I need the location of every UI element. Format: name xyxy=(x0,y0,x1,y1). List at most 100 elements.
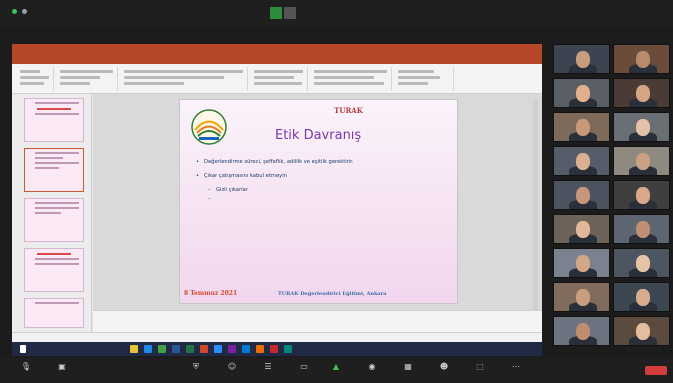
participant-tile[interactable] xyxy=(553,214,610,244)
participants-button[interactable]: ☺ xyxy=(214,361,250,381)
security-button[interactable]: ⛨ xyxy=(178,361,214,381)
participant-face xyxy=(576,51,590,68)
slide-title: Etik Davranış xyxy=(275,128,362,143)
app-icon[interactable] xyxy=(284,345,292,353)
participant-face xyxy=(636,255,650,272)
apps-button[interactable]: ⬚ xyxy=(462,361,498,381)
bullet-item: Çıkar çatışmasını kabul etmeyin xyxy=(194,172,449,180)
participant-face xyxy=(636,221,650,238)
sharing-status-text xyxy=(270,7,282,19)
chrome-icon[interactable] xyxy=(158,345,166,353)
video-button[interactable]: ▣ xyxy=(44,361,80,381)
shield-icon: ⛨ xyxy=(193,362,199,371)
chat-button[interactable]: ▭ xyxy=(286,361,322,381)
participant-tile[interactable] xyxy=(613,78,670,108)
excel-icon[interactable] xyxy=(186,345,194,353)
word-icon[interactable] xyxy=(172,345,180,353)
bullet-item: Değerlendirme süreci, şeffaflık, adillik… xyxy=(194,158,449,166)
breakout-rooms-button[interactable]: ▦ xyxy=(390,361,426,381)
participant-face xyxy=(636,289,650,306)
participant-tile[interactable] xyxy=(553,316,610,346)
shared-screen: TURAK Etik Davranış Değerlendirme süreci… xyxy=(12,44,542,356)
end-meeting-button[interactable] xyxy=(645,366,667,375)
security-shield-icon[interactable] xyxy=(12,9,17,14)
participant-tile[interactable] xyxy=(613,180,670,210)
share-screen-button[interactable]: ▲ xyxy=(318,361,354,381)
zoom-window: TURAK Etik Davranış Değerlendirme süreci… xyxy=(0,0,673,383)
file-explorer-icon[interactable] xyxy=(130,345,138,353)
ribbon-group-drawing[interactable] xyxy=(310,67,392,91)
slide-thumbnail-selected[interactable] xyxy=(24,148,84,192)
participant-tile[interactable] xyxy=(613,146,670,176)
windows-start-icon[interactable] xyxy=(20,345,26,353)
participant-tile[interactable] xyxy=(613,282,670,312)
participant-tile[interactable] xyxy=(553,78,610,108)
participant-tile[interactable] xyxy=(613,112,670,142)
polls-button[interactable]: ☰ xyxy=(250,361,286,381)
participant-face xyxy=(636,187,650,204)
notes-pane[interactable] xyxy=(93,310,542,332)
participant-face xyxy=(636,85,650,102)
reactions-button[interactable]: ☻ xyxy=(426,361,462,381)
slide-thumbnail[interactable] xyxy=(24,98,84,142)
meeting-info-icon[interactable] xyxy=(22,9,27,14)
participant-tile[interactable] xyxy=(553,112,610,142)
sub-bullet-item: Gizli çıkarlar xyxy=(194,186,449,194)
participant-tile[interactable] xyxy=(553,44,610,74)
slide-thumbnail-pane xyxy=(12,94,92,332)
vertical-scrollbar[interactable] xyxy=(533,100,538,320)
mute-button[interactable]: 🎙 xyxy=(8,361,44,381)
edge-icon[interactable] xyxy=(144,345,152,353)
outlook-icon[interactable] xyxy=(242,345,250,353)
apps-icon: ⬚ xyxy=(476,362,484,371)
participant-tile[interactable] xyxy=(613,248,670,278)
participant-face xyxy=(636,51,650,68)
participant-face xyxy=(576,289,590,306)
ribbon-group-editing[interactable] xyxy=(394,67,454,91)
slide-bullets: Değerlendirme süreci, şeffaflık, adillik… xyxy=(194,158,449,203)
app-icon[interactable] xyxy=(256,345,264,353)
participant-face xyxy=(636,153,650,170)
slide-date: 8 Temmuz 2021 xyxy=(184,290,238,297)
slide-thumbnail[interactable] xyxy=(24,248,84,292)
participant-face xyxy=(576,323,590,340)
breakout-rooms-icon: ▦ xyxy=(404,362,412,371)
acrobat-icon[interactable] xyxy=(270,345,278,353)
chat-icon: ▭ xyxy=(300,362,308,371)
zoom-top-bar xyxy=(0,0,673,26)
reactions-icon: ☻ xyxy=(439,362,449,371)
participant-tile[interactable] xyxy=(613,316,670,346)
slide-thumbnail[interactable] xyxy=(24,198,84,242)
participant-tile[interactable] xyxy=(553,282,610,312)
polls-icon: ☰ xyxy=(264,362,272,371)
slide-footer: TURAK Değerlendirici Eğitimi, Ankara xyxy=(278,291,387,297)
participant-tile[interactable] xyxy=(553,180,610,210)
stop-share-button[interactable] xyxy=(284,7,296,19)
participant-tile[interactable] xyxy=(553,248,610,278)
ribbon-group-paragraph[interactable] xyxy=(250,67,308,91)
participant-face xyxy=(576,153,590,170)
participant-face xyxy=(576,85,590,102)
powerpoint-icon[interactable] xyxy=(200,345,208,353)
participant-face xyxy=(576,187,590,204)
more-button[interactable]: ⋯ xyxy=(498,361,534,381)
record-button[interactable]: ◉ xyxy=(354,361,390,381)
participant-gallery xyxy=(553,44,673,356)
record-icon: ◉ xyxy=(368,362,376,371)
ribbon-group-slides[interactable] xyxy=(56,67,118,91)
participant-tile[interactable] xyxy=(613,214,670,244)
slide-canvas: TURAK Etik Davranış Değerlendirme süreci… xyxy=(93,94,542,332)
zoom-control-bar: 🎙 ▣ ⛨ ☺ ☰ ▭ ▲ ◉ ▦ ☻ ⬚ ⋯ xyxy=(0,358,673,383)
participant-tile[interactable] xyxy=(613,44,670,74)
ribbon-tabs xyxy=(12,55,542,64)
slide-thumbnail[interactable] xyxy=(24,298,84,328)
participant-face xyxy=(576,119,590,136)
teams-icon[interactable] xyxy=(228,345,236,353)
current-slide[interactable]: TURAK Etik Davranış Değerlendirme süreci… xyxy=(179,99,458,304)
share-banner xyxy=(270,7,296,19)
zoom-icon[interactable] xyxy=(214,345,222,353)
ribbon-group-clipboard[interactable] xyxy=(16,67,54,91)
ribbon-group-font[interactable] xyxy=(120,67,248,91)
meeting-info xyxy=(12,9,27,14)
participant-tile[interactable] xyxy=(553,146,610,176)
